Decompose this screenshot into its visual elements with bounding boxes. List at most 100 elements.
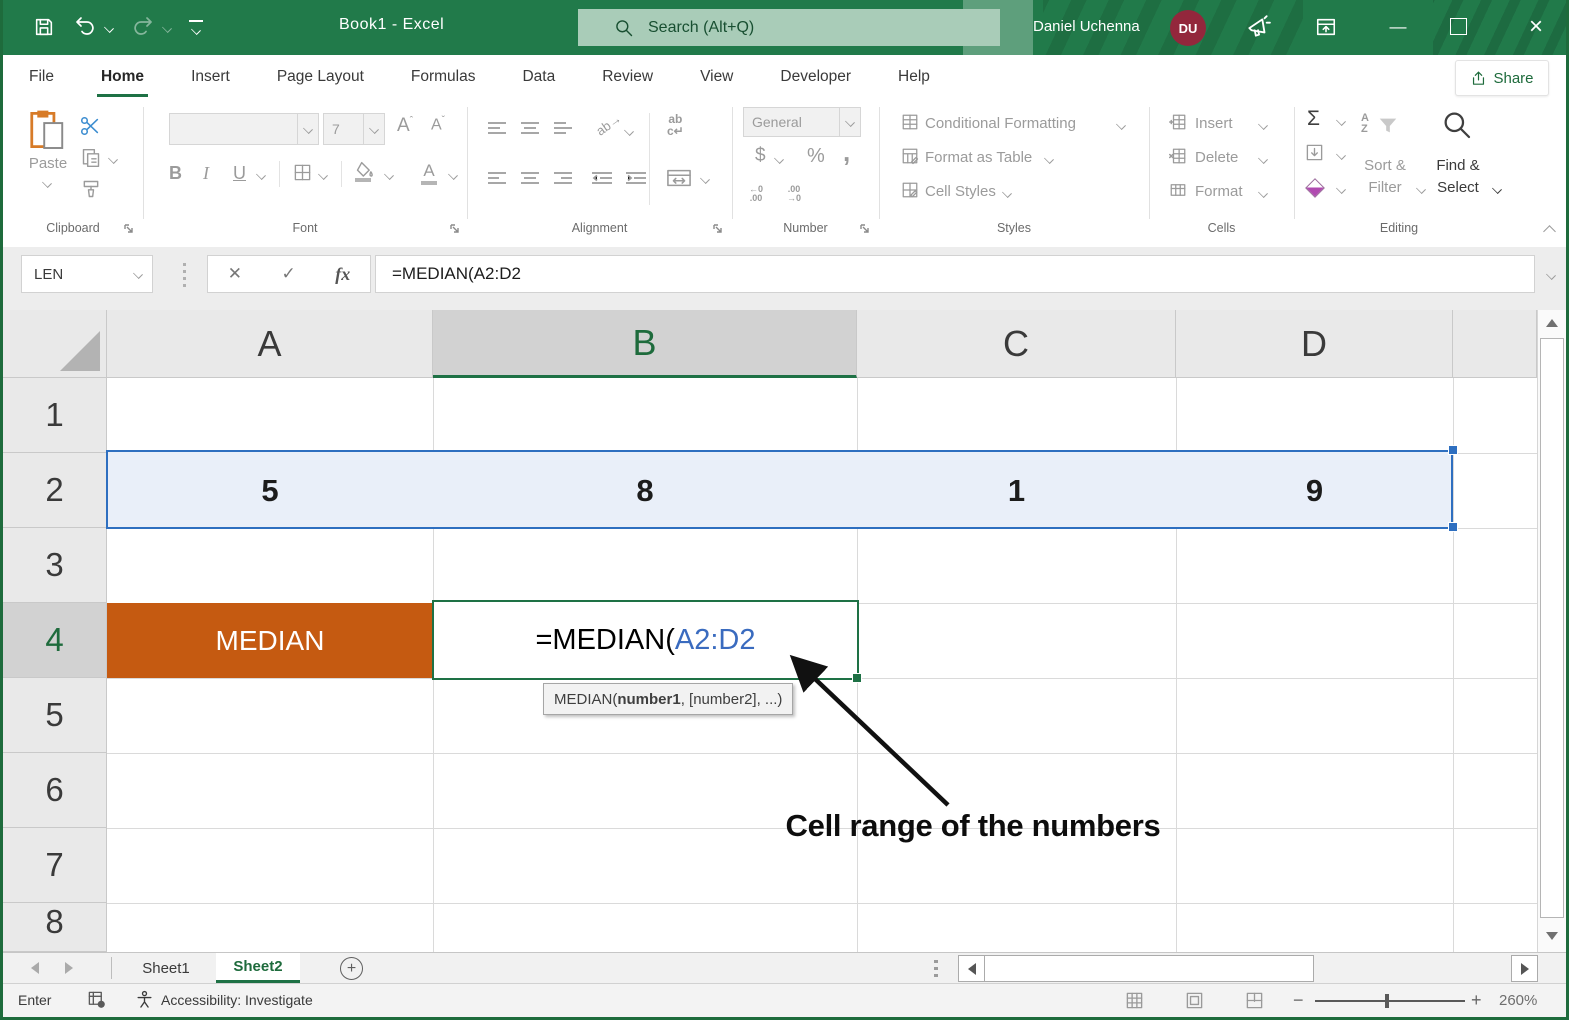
- merge-center-chevron[interactable]: [700, 174, 710, 184]
- cell-d2[interactable]: 9: [1176, 453, 1453, 528]
- confirm-entry-button[interactable]: ✓: [282, 264, 296, 284]
- accounting-format-button[interactable]: $: [755, 145, 766, 167]
- cancel-entry-button[interactable]: ✕: [228, 264, 242, 284]
- zoom-slider-track[interactable]: [1315, 1000, 1465, 1002]
- merge-center-button[interactable]: [667, 169, 691, 187]
- next-sheet-button[interactable]: [65, 962, 73, 974]
- font-color-button[interactable]: A: [421, 161, 437, 185]
- formula-input[interactable]: =MEDIAN(A2:D2: [375, 255, 1535, 293]
- tab-formulas[interactable]: Formulas: [409, 68, 478, 86]
- column-header-b[interactable]: B: [433, 310, 857, 378]
- row-header-3[interactable]: 3: [3, 528, 107, 603]
- delete-cells-button[interactable]: [1169, 147, 1187, 165]
- bottom-align-button[interactable]: [553, 121, 573, 136]
- insert-function-button[interactable]: fx: [335, 264, 350, 285]
- cell-a2[interactable]: 5: [107, 453, 433, 528]
- orientation-button[interactable]: ab→: [593, 110, 624, 138]
- column-header-c[interactable]: C: [857, 310, 1176, 378]
- undo-button[interactable]: [73, 14, 97, 38]
- insert-cells-chevron[interactable]: [1258, 120, 1268, 130]
- macro-record-button[interactable]: [87, 990, 106, 1009]
- italic-button[interactable]: I: [203, 163, 209, 184]
- vertical-scroll-thumb[interactable]: [1540, 338, 1564, 918]
- paste-button[interactable]: [29, 109, 65, 151]
- paste-menu-chevron[interactable]: [42, 178, 52, 188]
- accessibility-status[interactable]: Accessibility: Investigate: [161, 992, 313, 1008]
- font-color-chevron[interactable]: [448, 170, 458, 180]
- cell-b2[interactable]: 8: [433, 453, 857, 528]
- cell-a4[interactable]: MEDIAN: [107, 603, 433, 678]
- decrease-decimal-icon[interactable]: .00 →0: [787, 185, 801, 203]
- tab-page-layout[interactable]: Page Layout: [275, 68, 366, 86]
- page-break-view-button[interactable]: [1245, 991, 1264, 1010]
- feedback-button[interactable]: [1245, 14, 1271, 40]
- fill-button[interactable]: [1305, 143, 1324, 162]
- delete-cells-label[interactable]: Delete: [1195, 149, 1238, 166]
- fill-color-chevron[interactable]: [384, 170, 394, 180]
- normal-view-button[interactable]: [1125, 991, 1144, 1010]
- expand-formula-bar-chevron[interactable]: [1546, 270, 1556, 280]
- ribbon-display-options-button[interactable]: [1315, 16, 1337, 38]
- scroll-down-button[interactable]: [1546, 932, 1558, 940]
- find-select-button[interactable]: [1441, 109, 1473, 141]
- alignment-dialog-launcher[interactable]: [712, 223, 724, 235]
- cell-styles-label[interactable]: Cell Styles: [925, 183, 996, 200]
- customize-quick-access-icon[interactable]: [189, 20, 203, 22]
- tab-data[interactable]: Data: [520, 68, 557, 86]
- comma-style-button[interactable]: ,: [843, 137, 850, 168]
- row-header-8[interactable]: 8: [3, 903, 107, 952]
- horizontal-scroll-thumb[interactable]: [984, 955, 1314, 982]
- scroll-up-button[interactable]: [1546, 319, 1558, 327]
- cell-styles-chevron[interactable]: [1002, 188, 1012, 198]
- find-select-label-1[interactable]: Find &: [1425, 157, 1491, 174]
- accounting-format-chevron[interactable]: [774, 154, 784, 164]
- tooltip-argument[interactable]: number1: [617, 691, 680, 708]
- sheet-tab-sheet1[interactable]: Sheet1: [129, 953, 203, 983]
- row-header-7[interactable]: 7: [3, 828, 107, 903]
- share-button[interactable]: Share: [1455, 60, 1549, 96]
- font-name-dropdown[interactable]: [297, 114, 318, 144]
- middle-align-button[interactable]: [520, 121, 540, 136]
- format-as-table-button[interactable]: [901, 147, 919, 165]
- tab-file[interactable]: File: [27, 68, 56, 86]
- delete-cells-chevron[interactable]: [1258, 154, 1268, 164]
- zoom-slider-thumb[interactable]: [1385, 994, 1389, 1008]
- sort-filter-label-1[interactable]: Sort &: [1349, 157, 1421, 174]
- bold-button[interactable]: B: [169, 163, 182, 184]
- format-cells-button[interactable]: [1169, 181, 1187, 199]
- number-format-combo[interactable]: General: [743, 107, 861, 137]
- new-sheet-button[interactable]: +: [340, 957, 363, 980]
- redo-menu-chevron[interactable]: [162, 23, 172, 33]
- increase-indent-button[interactable]: [625, 171, 647, 186]
- format-cells-label[interactable]: Format: [1195, 183, 1243, 200]
- collapse-ribbon-button[interactable]: [1543, 225, 1556, 238]
- page-layout-view-button[interactable]: [1185, 991, 1204, 1010]
- number-dialog-launcher[interactable]: [859, 223, 871, 235]
- format-painter-button[interactable]: [81, 179, 101, 199]
- cell-c2[interactable]: 1: [857, 453, 1176, 528]
- zoom-out-button[interactable]: −: [1293, 990, 1304, 1011]
- underline-menu-chevron[interactable]: [256, 170, 266, 180]
- zoom-level[interactable]: 260%: [1499, 992, 1537, 1009]
- save-button[interactable]: [33, 16, 55, 38]
- close-button[interactable]: ×: [1521, 12, 1551, 42]
- format-as-table-chevron[interactable]: [1044, 154, 1054, 164]
- font-dialog-launcher[interactable]: [449, 223, 461, 235]
- conditional-formatting-label[interactable]: Conditional Formatting: [925, 115, 1076, 132]
- clipboard-dialog-launcher[interactable]: [123, 223, 135, 235]
- accessibility-checker-button[interactable]: [135, 990, 154, 1009]
- top-align-button[interactable]: [487, 121, 507, 136]
- tab-review[interactable]: Review: [600, 68, 655, 86]
- borders-menu-chevron[interactable]: [318, 170, 328, 180]
- cell-styles-button[interactable]: [901, 181, 919, 199]
- format-as-table-label[interactable]: Format as Table: [925, 149, 1032, 166]
- clear-chevron[interactable]: [1336, 184, 1346, 194]
- fill-chevron[interactable]: [1336, 150, 1346, 160]
- align-left-button[interactable]: [487, 171, 507, 186]
- decrease-indent-button[interactable]: [591, 171, 613, 186]
- find-select-chevron[interactable]: [1492, 184, 1502, 194]
- tab-home[interactable]: Home: [96, 68, 149, 97]
- range-handle-top-right[interactable]: [1448, 445, 1458, 455]
- range-handle-bottom-right[interactable]: [1448, 522, 1458, 532]
- customize-quick-access-chevron[interactable]: [191, 25, 201, 35]
